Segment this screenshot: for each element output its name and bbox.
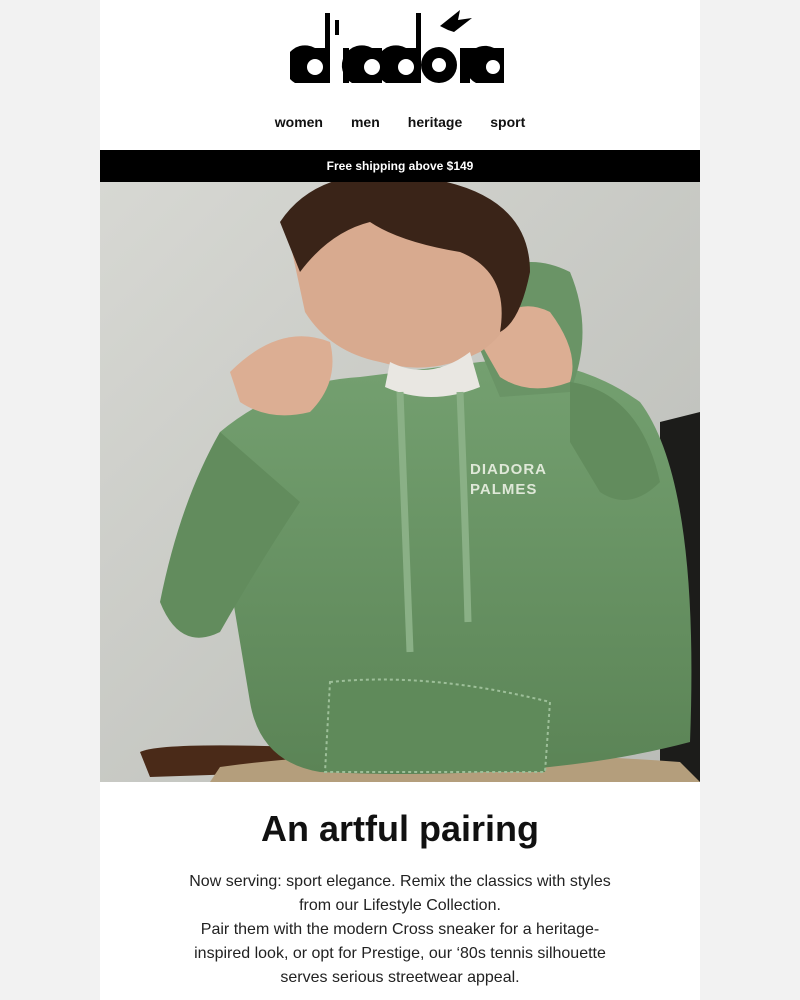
hoodie-print-line2: PALMES: [470, 481, 537, 498]
hoodie-print-line1: DIADORA: [470, 461, 547, 478]
nav-sport[interactable]: sport: [490, 114, 525, 130]
main-nav: women men heritage sport: [100, 114, 700, 130]
nav-men[interactable]: men: [351, 114, 380, 130]
headline: An artful pairing: [261, 808, 539, 849]
nav-women[interactable]: women: [275, 114, 323, 130]
body-paragraph-1: Now serving: sport elegance. Remix the c…: [189, 873, 611, 914]
shipping-banner: Free shipping above $149: [100, 150, 700, 182]
hero-image[interactable]: DIADORA PALMES: [100, 182, 700, 782]
email-container: women men heritage sport Free shipping a…: [100, 0, 700, 1000]
nav-heritage[interactable]: heritage: [408, 114, 462, 130]
body-paragraph-2: Pair them with the modern Cross sneaker …: [194, 921, 606, 986]
shipping-banner-text: Free shipping above $149: [326, 159, 474, 173]
diadora-logo[interactable]: [290, 8, 510, 88]
body-copy: Now serving: sport elegance. Remix the c…: [180, 870, 620, 990]
logo-header: [100, 0, 700, 100]
